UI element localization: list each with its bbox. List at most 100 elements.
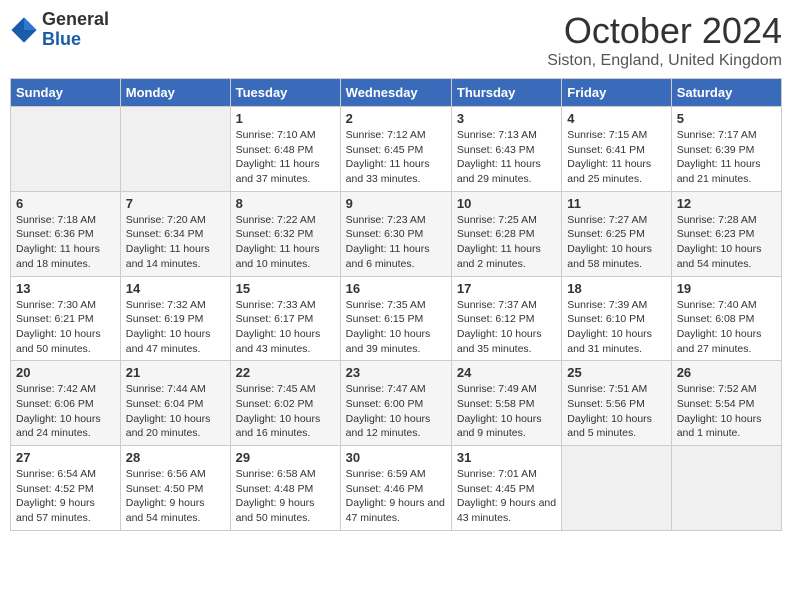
day-number: 24 (457, 365, 556, 380)
header-sunday: Sunday (11, 79, 121, 107)
day-cell: 2 Sunrise: 7:12 AM Sunset: 6:45 PM Daylig… (340, 107, 451, 192)
day-info: Sunrise: 7:10 AM Sunset: 6:48 PM Dayligh… (236, 128, 335, 187)
day-cell: 28Sunrise: 6:56 AM Sunset: 4:50 PM Dayli… (120, 446, 230, 531)
day-info: Sunrise: 7:51 AM Sunset: 5:56 PM Dayligh… (567, 382, 665, 441)
day-number: 21 (126, 365, 225, 380)
day-number: 22 (236, 365, 335, 380)
logo-text: General Blue (42, 10, 109, 50)
day-number: 18 (567, 281, 665, 296)
day-info: Sunrise: 7:30 AM Sunset: 6:21 PM Dayligh… (16, 298, 115, 357)
day-info: Sunrise: 6:59 AM Sunset: 4:46 PM Dayligh… (346, 467, 446, 526)
day-number: 23 (346, 365, 446, 380)
logo-general: General (42, 10, 109, 30)
day-cell: 25 Sunrise: 7:51 AM Sunset: 5:56 PM Dayli… (562, 361, 671, 446)
day-info: Sunrise: 7:15 AM Sunset: 6:41 PM Dayligh… (567, 128, 665, 187)
day-info: Sunrise: 7:23 AM Sunset: 6:30 PM Dayligh… (346, 213, 446, 272)
day-number: 10 (457, 196, 556, 211)
day-number: 9 (346, 196, 446, 211)
day-cell: 11 Sunrise: 7:27 AM Sunset: 6:25 PM Dayli… (562, 191, 671, 276)
day-number: 1 (236, 111, 335, 126)
day-info: Sunrise: 7:17 AM Sunset: 6:39 PM Dayligh… (677, 128, 776, 187)
week-row-3: 20 Sunrise: 7:42 AM Sunset: 6:06 PM Dayli… (11, 361, 782, 446)
day-info: Sunrise: 7:13 AM Sunset: 6:43 PM Dayligh… (457, 128, 556, 187)
header-monday: Monday (120, 79, 230, 107)
header-tuesday: Tuesday (230, 79, 340, 107)
calendar-body: 1 Sunrise: 7:10 AM Sunset: 6:48 PM Daylig… (11, 107, 782, 531)
day-cell: 22 Sunrise: 7:45 AM Sunset: 6:02 PM Dayli… (230, 361, 340, 446)
day-number: 8 (236, 196, 335, 211)
day-cell: 7 Sunrise: 7:20 AM Sunset: 6:34 PM Daylig… (120, 191, 230, 276)
day-cell: 24Sunrise: 7:49 AM Sunset: 5:58 PM Dayli… (451, 361, 561, 446)
day-info: Sunrise: 7:22 AM Sunset: 6:32 PM Dayligh… (236, 213, 335, 272)
day-cell: 16 Sunrise: 7:35 AM Sunset: 6:15 PM Dayli… (340, 276, 451, 361)
page-header: General Blue October 2024 Siston, Englan… (10, 10, 782, 70)
day-cell: 13Sunrise: 7:30 AM Sunset: 6:21 PM Dayli… (11, 276, 121, 361)
day-cell: 10 Sunrise: 7:25 AM Sunset: 6:28 PM Dayli… (451, 191, 561, 276)
day-number: 31 (457, 450, 556, 465)
day-cell: 1 Sunrise: 7:10 AM Sunset: 6:48 PM Daylig… (230, 107, 340, 192)
day-info: Sunrise: 7:35 AM Sunset: 6:15 PM Dayligh… (346, 298, 446, 357)
day-cell: 20 Sunrise: 7:42 AM Sunset: 6:06 PM Dayli… (11, 361, 121, 446)
day-cell: 6 Sunrise: 7:18 AM Sunset: 6:36 PM Daylig… (11, 191, 121, 276)
day-cell: 18 Sunrise: 7:39 AM Sunset: 6:10 PM Dayli… (562, 276, 671, 361)
day-number: 5 (677, 111, 776, 126)
day-number: 3 (457, 111, 556, 126)
day-cell: 17Sunrise: 7:37 AM Sunset: 6:12 PM Dayli… (451, 276, 561, 361)
day-cell: 29 Sunrise: 6:58 AM Sunset: 4:48 PM Dayli… (230, 446, 340, 531)
day-info: Sunrise: 7:42 AM Sunset: 6:06 PM Dayligh… (16, 382, 115, 441)
day-number: 2 (346, 111, 446, 126)
day-number: 6 (16, 196, 115, 211)
logo: General Blue (10, 10, 109, 50)
day-number: 29 (236, 450, 335, 465)
day-info: Sunrise: 7:47 AM Sunset: 6:00 PM Dayligh… (346, 382, 446, 441)
day-cell: 12 Sunrise: 7:28 AM Sunset: 6:23 PM Dayli… (671, 191, 781, 276)
day-info: Sunrise: 7:28 AM Sunset: 6:23 PM Dayligh… (677, 213, 776, 272)
location: Siston, England, United Kingdom (547, 52, 782, 70)
header-row: SundayMondayTuesdayWednesdayThursdayFrid… (11, 79, 782, 107)
day-cell: 4 Sunrise: 7:15 AM Sunset: 6:41 PM Daylig… (562, 107, 671, 192)
day-number: 27 (16, 450, 115, 465)
day-info: Sunrise: 6:54 AM Sunset: 4:52 PM Dayligh… (16, 467, 115, 526)
logo-icon (10, 16, 38, 44)
day-cell: 14 Sunrise: 7:32 AM Sunset: 6:19 PM Dayli… (120, 276, 230, 361)
day-info: Sunrise: 7:20 AM Sunset: 6:34 PM Dayligh… (126, 213, 225, 272)
day-info: Sunrise: 7:52 AM Sunset: 5:54 PM Dayligh… (677, 382, 776, 441)
day-info: Sunrise: 7:45 AM Sunset: 6:02 PM Dayligh… (236, 382, 335, 441)
day-number: 4 (567, 111, 665, 126)
day-info: Sunrise: 7:33 AM Sunset: 6:17 PM Dayligh… (236, 298, 335, 357)
day-number: 11 (567, 196, 665, 211)
day-number: 20 (16, 365, 115, 380)
day-number: 25 (567, 365, 665, 380)
day-cell: 8 Sunrise: 7:22 AM Sunset: 6:32 PM Daylig… (230, 191, 340, 276)
day-number: 15 (236, 281, 335, 296)
day-info: Sunrise: 6:58 AM Sunset: 4:48 PM Dayligh… (236, 467, 335, 526)
day-cell: 3 Sunrise: 7:13 AM Sunset: 6:43 PM Daylig… (451, 107, 561, 192)
header-friday: Friday (562, 79, 671, 107)
day-number: 16 (346, 281, 446, 296)
header-saturday: Saturday (671, 79, 781, 107)
day-number: 17 (457, 281, 556, 296)
logo-blue: Blue (42, 30, 109, 50)
day-cell (120, 107, 230, 192)
day-number: 14 (126, 281, 225, 296)
day-info: Sunrise: 7:12 AM Sunset: 6:45 PM Dayligh… (346, 128, 446, 187)
day-info: Sunrise: 7:25 AM Sunset: 6:28 PM Dayligh… (457, 213, 556, 272)
day-info: Sunrise: 7:44 AM Sunset: 6:04 PM Dayligh… (126, 382, 225, 441)
day-info: Sunrise: 7:32 AM Sunset: 6:19 PM Dayligh… (126, 298, 225, 357)
day-info: Sunrise: 7:39 AM Sunset: 6:10 PM Dayligh… (567, 298, 665, 357)
day-cell (671, 446, 781, 531)
day-cell: 15 Sunrise: 7:33 AM Sunset: 6:17 PM Dayli… (230, 276, 340, 361)
day-number: 12 (677, 196, 776, 211)
day-info: Sunrise: 7:01 AM Sunset: 4:45 PM Dayligh… (457, 467, 556, 526)
week-row-2: 13Sunrise: 7:30 AM Sunset: 6:21 PM Dayli… (11, 276, 782, 361)
header-thursday: Thursday (451, 79, 561, 107)
day-info: Sunrise: 7:27 AM Sunset: 6:25 PM Dayligh… (567, 213, 665, 272)
day-info: Sunrise: 7:18 AM Sunset: 6:36 PM Dayligh… (16, 213, 115, 272)
week-row-0: 1 Sunrise: 7:10 AM Sunset: 6:48 PM Daylig… (11, 107, 782, 192)
day-cell (11, 107, 121, 192)
day-cell: 21 Sunrise: 7:44 AM Sunset: 6:04 PM Dayli… (120, 361, 230, 446)
header-wednesday: Wednesday (340, 79, 451, 107)
month-title: October 2024 (547, 10, 782, 52)
day-number: 7 (126, 196, 225, 211)
day-cell: 26Sunrise: 7:52 AM Sunset: 5:54 PM Dayli… (671, 361, 781, 446)
